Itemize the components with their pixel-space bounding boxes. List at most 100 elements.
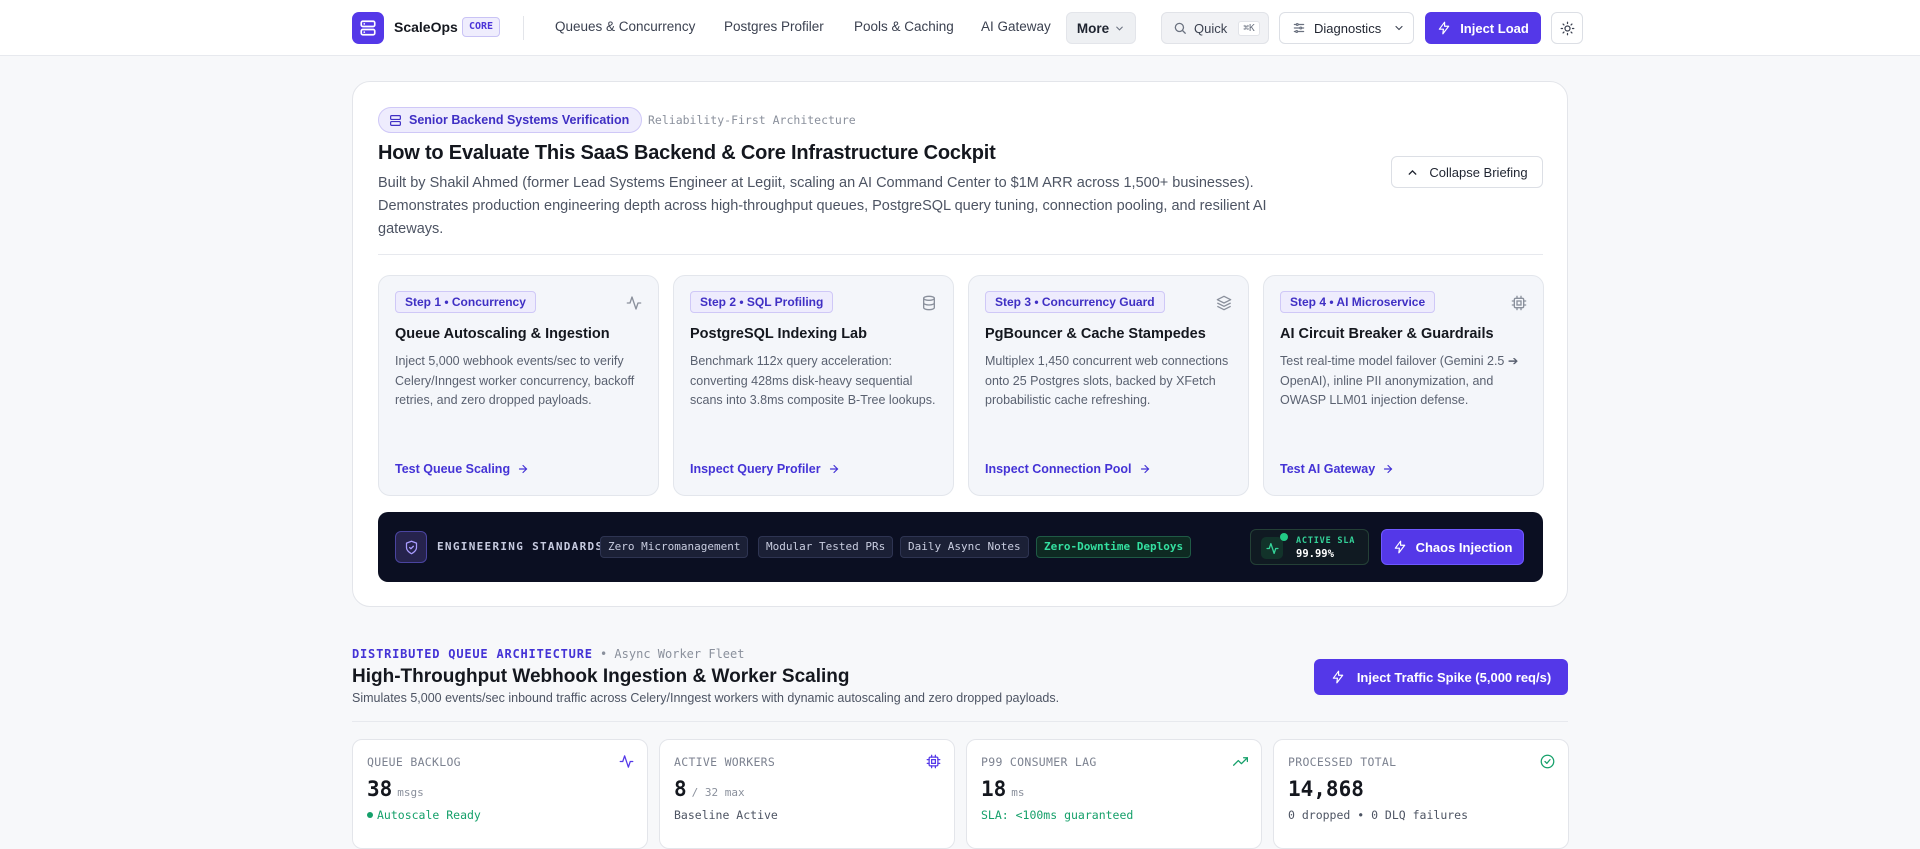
metric-card-processed-total: PROCESSED TOTAL 14,868 0 dropped • 0 DLQ…: [1273, 739, 1569, 849]
chaos-injection-label: Chaos Injection: [1415, 539, 1513, 555]
step-chip: Step 3 • Concurrency Guard: [985, 291, 1165, 313]
sla-value: 99.99%: [1296, 548, 1334, 560]
step-chip: Step 1 • Concurrency: [395, 291, 536, 313]
quick-search-label: Quick: [1194, 20, 1228, 36]
verification-pill-label: Senior Backend Systems Verification: [409, 113, 630, 127]
metric-unit: ms: [1011, 786, 1025, 799]
collapse-briefing-button[interactable]: Collapse Briefing: [1391, 156, 1543, 188]
metric-status: Autoscale Ready: [367, 808, 481, 822]
step-link-label: Inspect Connection Pool: [985, 462, 1132, 476]
briefing-divider: [378, 254, 1543, 255]
test-queue-scaling-link[interactable]: Test Queue Scaling: [395, 462, 529, 476]
nav-ai-gateway[interactable]: AI Gateway: [981, 19, 1051, 34]
cpu-icon: [1511, 295, 1527, 311]
zap-icon: [1438, 21, 1450, 35]
trending-up-icon: [1233, 757, 1248, 766]
zap-icon: [1332, 670, 1344, 684]
inject-load-label: Inject Load: [1460, 20, 1529, 36]
metric-status: Baseline Active: [674, 808, 778, 822]
brand-tag-badge: CORE: [462, 17, 501, 37]
step-body: Multiplex 1,450 concurrent web connectio…: [985, 354, 1229, 407]
architecture-tag: Reliability-First Architecture: [648, 113, 856, 127]
metric-label: QUEUE BACKLOG: [367, 755, 461, 769]
step-chip: Step 4 • AI Microservice: [1280, 291, 1436, 313]
engineering-standards-bar: ENGINEERING STANDARDS Zero Micromanageme…: [378, 512, 1543, 582]
standards-label: ENGINEERING STANDARDS: [437, 540, 604, 553]
keyboard-shortcut-badge: ⌘K: [1238, 20, 1260, 36]
status-dot: [367, 812, 373, 818]
metric-card-active-workers: ACTIVE WORKERS 8 / 32 max Baseline Active: [659, 739, 955, 849]
step-link-label: Test AI Gateway: [1280, 462, 1376, 476]
step-card-concurrency: Step 1 • Concurrency Queue Autoscaling &…: [378, 275, 659, 496]
section-divider: [352, 721, 1568, 722]
active-sla-indicator: ACTIVE SLA 99.99%: [1250, 529, 1369, 565]
collapse-briefing-label: Collapse Briefing: [1429, 164, 1528, 180]
briefing-title: How to Evaluate This SaaS Backend & Core…: [378, 142, 996, 164]
step-body: Inject 5,000 webhook events/sec to verif…: [395, 354, 635, 407]
metric-value: 38 msgs: [367, 777, 424, 801]
standard-chip: Modular Tested PRs: [758, 536, 894, 558]
nav-queues-concurrency[interactable]: Queues & Concurrency: [555, 19, 695, 34]
step-title: AI Circuit Breaker & Guardrails: [1280, 326, 1494, 342]
quick-search-button[interactable]: Quick ⌘K: [1161, 12, 1269, 44]
step-title: PostgreSQL Indexing Lab: [690, 326, 867, 342]
inject-traffic-spike-label: Inject Traffic Spike (5,000 req/s): [1356, 669, 1552, 685]
nav-divider: [523, 16, 524, 40]
metric-status: 0 dropped • 0 DLQ failures: [1288, 808, 1469, 822]
arrow-right-icon: [829, 464, 838, 474]
zap-icon: [1394, 540, 1405, 554]
step-title: PgBouncer & Cache Stampedes: [985, 326, 1206, 342]
metric-number: 38: [367, 777, 393, 801]
metric-number: 18: [981, 777, 1007, 801]
metric-status-text: Autoscale Ready: [377, 808, 481, 822]
step-title: Queue Autoscaling & Ingestion: [395, 326, 610, 342]
activity-icon: [619, 755, 634, 768]
step-card-sql-profiling: Step 2 • SQL Profiling PostgreSQL Indexi…: [673, 275, 954, 496]
inject-load-button[interactable]: Inject Load: [1425, 12, 1541, 44]
diagnostics-dropdown[interactable]: Diagnostics: [1279, 12, 1414, 44]
step-link-label: Test Queue Scaling: [395, 462, 511, 476]
nav-pools-caching[interactable]: Pools & Caching: [854, 19, 954, 34]
inject-traffic-spike-button[interactable]: Inject Traffic Spike (5,000 req/s): [1314, 659, 1568, 695]
arrow-right-icon: [518, 464, 528, 474]
cpu-icon: [926, 754, 941, 769]
step-chip: Step 2 • SQL Profiling: [690, 291, 834, 313]
metric-value: 14,868: [1288, 777, 1364, 801]
arrow-right-icon: [1384, 464, 1393, 474]
metric-card-queue-backlog: QUEUE BACKLOG 38 msgs Autoscale Ready: [352, 739, 648, 849]
nav-postgres-profiler[interactable]: Postgres Profiler: [724, 19, 824, 34]
server-icon: [390, 114, 401, 126]
standard-chip-highlight: Zero-Downtime Deploys: [1036, 536, 1192, 558]
check-circle-icon: [1540, 754, 1555, 769]
metric-unit: msgs: [397, 786, 424, 799]
chaos-injection-button[interactable]: Chaos Injection: [1381, 529, 1524, 565]
inspect-query-profiler-link[interactable]: Inspect Query Profiler: [690, 462, 840, 476]
metric-label: ACTIVE WORKERS: [674, 755, 776, 769]
sliders-icon: [1293, 22, 1305, 34]
metric-unit: / 32 max: [691, 786, 745, 799]
theme-toggle-button[interactable]: [1551, 12, 1583, 44]
section-kicker: DISTRIBUTED QUEUE ARCHITECTURE • Async W…: [352, 647, 744, 661]
metric-card-p99-consumer-lag: P99 CONSUMER LAG 18 ms SLA: <100ms guaran…: [966, 739, 1262, 849]
section-kicker-secondary: • Async Worker Fleet: [599, 647, 745, 661]
server-logo-icon[interactable]: [352, 12, 384, 44]
nav-more-button[interactable]: More: [1066, 12, 1136, 44]
section-description: Simulates 5,000 events/sec inbound traff…: [352, 691, 1060, 705]
activity-icon: [626, 296, 642, 310]
verification-pill: Senior Backend Systems Verification: [378, 107, 643, 133]
metric-label: PROCESSED TOTAL: [1288, 755, 1397, 769]
step-body: Test real-time model failover (Gemini 2.…: [1280, 354, 1519, 407]
standard-chip: Daily Async Notes: [900, 536, 1029, 558]
chevron-up-icon: [1408, 169, 1417, 175]
nav-more-label: More: [1076, 20, 1110, 36]
step-card-concurrency-guard: Step 3 • Concurrency Guard PgBouncer & C…: [968, 275, 1249, 496]
evaluation-briefing-card: Senior Backend Systems Verification Reli…: [352, 81, 1568, 607]
status-dot: [1280, 533, 1288, 541]
test-ai-gateway-link[interactable]: Test AI Gateway: [1280, 462, 1394, 476]
brand-name[interactable]: ScaleOps: [394, 19, 458, 35]
inspect-connection-pool-link[interactable]: Inspect Connection Pool: [985, 462, 1151, 476]
arrow-right-icon: [1140, 464, 1149, 474]
layers-icon: [1216, 295, 1232, 311]
step-body: Benchmark 112x query acceleration: conve…: [690, 354, 936, 407]
step-link-label: Inspect Query Profiler: [690, 462, 821, 476]
